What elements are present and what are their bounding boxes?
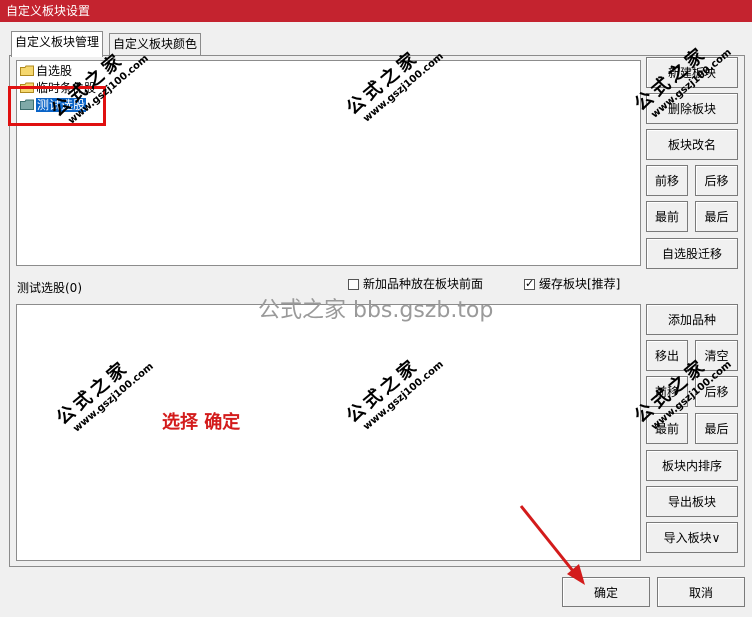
cancel-button[interactable]: 取消: [657, 577, 745, 607]
remove-item-button[interactable]: 移出: [646, 340, 688, 371]
move-last-button[interactable]: 最后: [695, 201, 738, 232]
move-down-button[interactable]: 后移: [695, 165, 738, 196]
tab-block-color[interactable]: 自定义板块颜色: [109, 33, 202, 55]
checkbox-box[interactable]: [524, 277, 535, 290]
migrate-watchlist-button[interactable]: 自选股迁移: [646, 238, 738, 269]
checkbox-label: 新加品种放在板块前面: [363, 277, 484, 291]
list-item-label: 自选股: [36, 64, 73, 78]
item-move-first-button[interactable]: 最前: [646, 413, 688, 444]
tab-label: 自定义板块管理: [15, 35, 100, 49]
item-move-last-button[interactable]: 最后: [695, 413, 738, 444]
clear-button[interactable]: 清空: [695, 340, 738, 371]
add-item-button[interactable]: 添加品种: [646, 304, 738, 335]
annotation-arrow-icon: [519, 505, 585, 585]
checkbox-box[interactable]: [348, 279, 359, 290]
tab-label: 自定义板块颜色: [113, 37, 198, 51]
annotation-text: 选择 确定: [162, 412, 241, 433]
list-item[interactable]: 自选股: [20, 63, 72, 79]
export-block-button[interactable]: 导出板块: [646, 486, 738, 517]
folder-icon: [20, 65, 34, 76]
cache-block-checkbox[interactable]: 缓存板块[推荐]: [524, 277, 620, 291]
item-move-up-button[interactable]: 前移: [646, 376, 688, 407]
new-block-button[interactable]: 新建板块: [646, 57, 738, 88]
center-watermark: 公式之家 bbs.gszb.top: [258, 298, 494, 323]
block-stocks-label: 测试选股(0): [17, 281, 82, 295]
rename-block-button[interactable]: 板块改名: [646, 129, 738, 160]
sort-in-block-button[interactable]: 板块内排序: [646, 450, 738, 481]
new-item-front-checkbox[interactable]: 新加品种放在板块前面: [348, 277, 483, 291]
tab-block-manage[interactable]: 自定义板块管理: [11, 31, 104, 57]
item-move-down-button[interactable]: 后移: [695, 376, 738, 407]
move-first-button[interactable]: 最前: [646, 201, 688, 232]
selection-highlight-box: [8, 86, 106, 126]
block-list[interactable]: 自选股 临时条件股 测试选股: [16, 60, 641, 266]
checkbox-label: 缓存板块[推荐]: [539, 277, 621, 291]
window-titlebar: 自定义板块设置: [0, 0, 752, 22]
delete-block-button[interactable]: 删除板块: [646, 93, 738, 124]
import-block-button[interactable]: 导入板块∨: [646, 522, 738, 553]
move-up-button[interactable]: 前移: [646, 165, 688, 196]
window-title: 自定义板块设置: [6, 4, 91, 18]
